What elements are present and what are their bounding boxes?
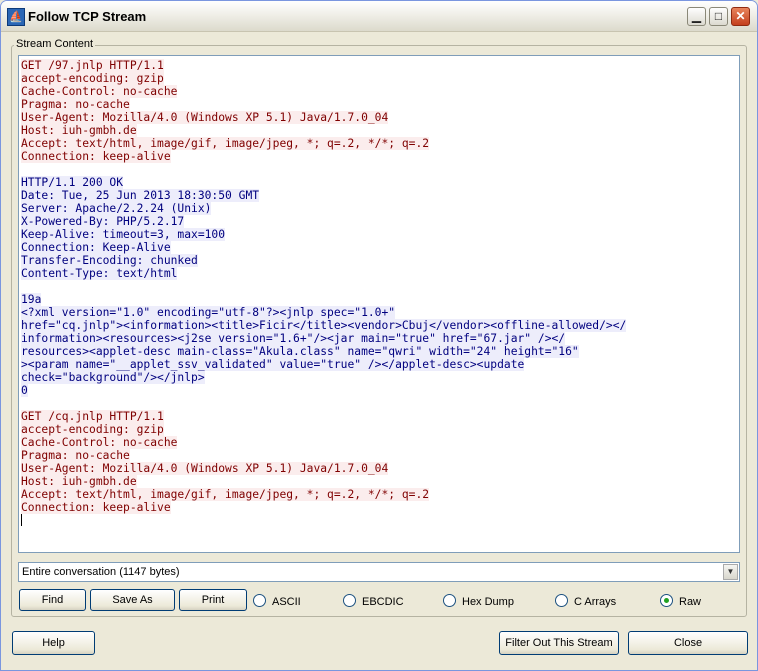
stream-line: Host: iuh-gmbh.de: [21, 475, 137, 488]
text-cursor: [21, 514, 737, 527]
close-button[interactable]: Close: [628, 631, 748, 655]
radio-c-arrays[interactable]: C Arrays: [555, 594, 616, 609]
stream-line: accept-encoding: gzip: [21, 423, 164, 436]
stream-line: Cache-Control: no-cache: [21, 436, 178, 449]
stream-content-label: Stream Content: [14, 38, 96, 50]
stream-content-text-area[interactable]: GET /97.jnlp HTTP/1.1 accept-encoding: gz…: [18, 55, 740, 553]
radio-hex-dump-label: Hex Dump: [462, 596, 514, 608]
window-title: Follow TCP Stream: [28, 9, 147, 24]
conversation-select-value: Entire conversation (1147 bytes): [22, 566, 180, 578]
radio-ebcdic-label: EBCDIC: [362, 596, 404, 608]
help-button[interactable]: Help: [12, 631, 95, 655]
stream-line: [21, 280, 737, 293]
stream-line: [21, 163, 737, 176]
radio-ascii[interactable]: ASCII: [253, 594, 301, 609]
stream-line: User-Agent: Mozilla/4.0 (Windows XP 5.1)…: [21, 462, 389, 475]
stream-line: ><param name="__applet_ssv_validated" va…: [21, 358, 525, 371]
follow-tcp-stream-window: ⛵ Follow TCP Stream ▁ □ ✕ Stream Content…: [0, 0, 758, 671]
stream-line: 19a: [21, 293, 42, 306]
stream-line: href="cq.jnlp"><information><title>Ficir…: [21, 319, 627, 332]
stream-line: 0: [21, 384, 28, 397]
radio-ascii-indicator[interactable]: [253, 594, 266, 607]
stream-line: Date: Tue, 25 Jun 2013 18:30:50 GMT: [21, 189, 260, 202]
stream-line: Connection: Keep-Alive: [21, 241, 171, 254]
stream-line: [21, 397, 737, 410]
stream-line: X-Powered-By: PHP/5.2.17: [21, 215, 185, 228]
stream-line: Accept: text/html, image/gif, image/jpeg…: [21, 488, 430, 501]
close-window-button[interactable]: ✕: [731, 7, 750, 26]
radio-ebcdic[interactable]: EBCDIC: [343, 594, 404, 609]
stream-line: Connection: keep-alive: [21, 501, 171, 514]
stream-line: check="background"/></jnlp>: [21, 371, 205, 384]
stream-line: Cache-Control: no-cache: [21, 85, 178, 98]
conversation-select[interactable]: Entire conversation (1147 bytes) ▼: [18, 562, 740, 582]
radio-c-arrays-label: C Arrays: [574, 596, 617, 608]
stream-line: Transfer-Encoding: chunked: [21, 254, 198, 267]
radio-raw-label: Raw: [679, 596, 702, 608]
stream-line: Pragma: no-cache: [21, 449, 130, 462]
radio-raw[interactable]: Raw: [660, 594, 701, 609]
stream-line: information><resources><j2se version="1.…: [21, 332, 566, 345]
radio-ebcdic-indicator[interactable]: [343, 594, 356, 607]
stream-line: resources><applet-desc main-class="Akula…: [21, 345, 579, 358]
maximize-button[interactable]: □: [709, 7, 728, 26]
find-button[interactable]: Find: [19, 589, 86, 611]
filter-out-stream-button[interactable]: Filter Out This Stream: [499, 631, 619, 655]
wireshark-fin-icon: ⛵: [7, 8, 25, 26]
print-button[interactable]: Print: [179, 589, 247, 611]
chevron-down-icon[interactable]: ▼: [723, 564, 738, 580]
stream-line: GET /97.jnlp HTTP/1.1: [21, 59, 164, 72]
stream-line: GET /cq.jnlp HTTP/1.1: [21, 410, 164, 423]
radio-hex-dump[interactable]: Hex Dump: [443, 594, 514, 609]
radio-c-arrays-indicator[interactable]: [555, 594, 568, 607]
save-as-button[interactable]: Save As: [90, 589, 175, 611]
radio-ascii-label: ASCII: [272, 596, 301, 608]
minimize-button[interactable]: ▁: [687, 7, 706, 26]
title-bar[interactable]: ⛵ Follow TCP Stream ▁ □ ✕: [1, 1, 757, 32]
stream-line: <?xml version="1.0" encoding="utf-8"?><j…: [21, 306, 396, 319]
stream-line: HTTP/1.1 200 OK: [21, 176, 124, 189]
stream-line: Accept: text/html, image/gif, image/jpeg…: [21, 137, 430, 150]
radio-hex-dump-indicator[interactable]: [443, 594, 456, 607]
stream-line: Keep-Alive: timeout=3, max=100: [21, 228, 226, 241]
stream-line: User-Agent: Mozilla/4.0 (Windows XP 5.1)…: [21, 111, 389, 124]
stream-line: accept-encoding: gzip: [21, 72, 164, 85]
stream-line: Content-Type: text/html: [21, 267, 178, 280]
radio-raw-indicator[interactable]: [660, 594, 673, 607]
stream-line: Server: Apache/2.2.24 (Unix): [21, 202, 212, 215]
stream-line: Host: iuh-gmbh.de: [21, 124, 137, 137]
stream-line: Pragma: no-cache: [21, 98, 130, 111]
stream-line: Connection: keep-alive: [21, 150, 171, 163]
